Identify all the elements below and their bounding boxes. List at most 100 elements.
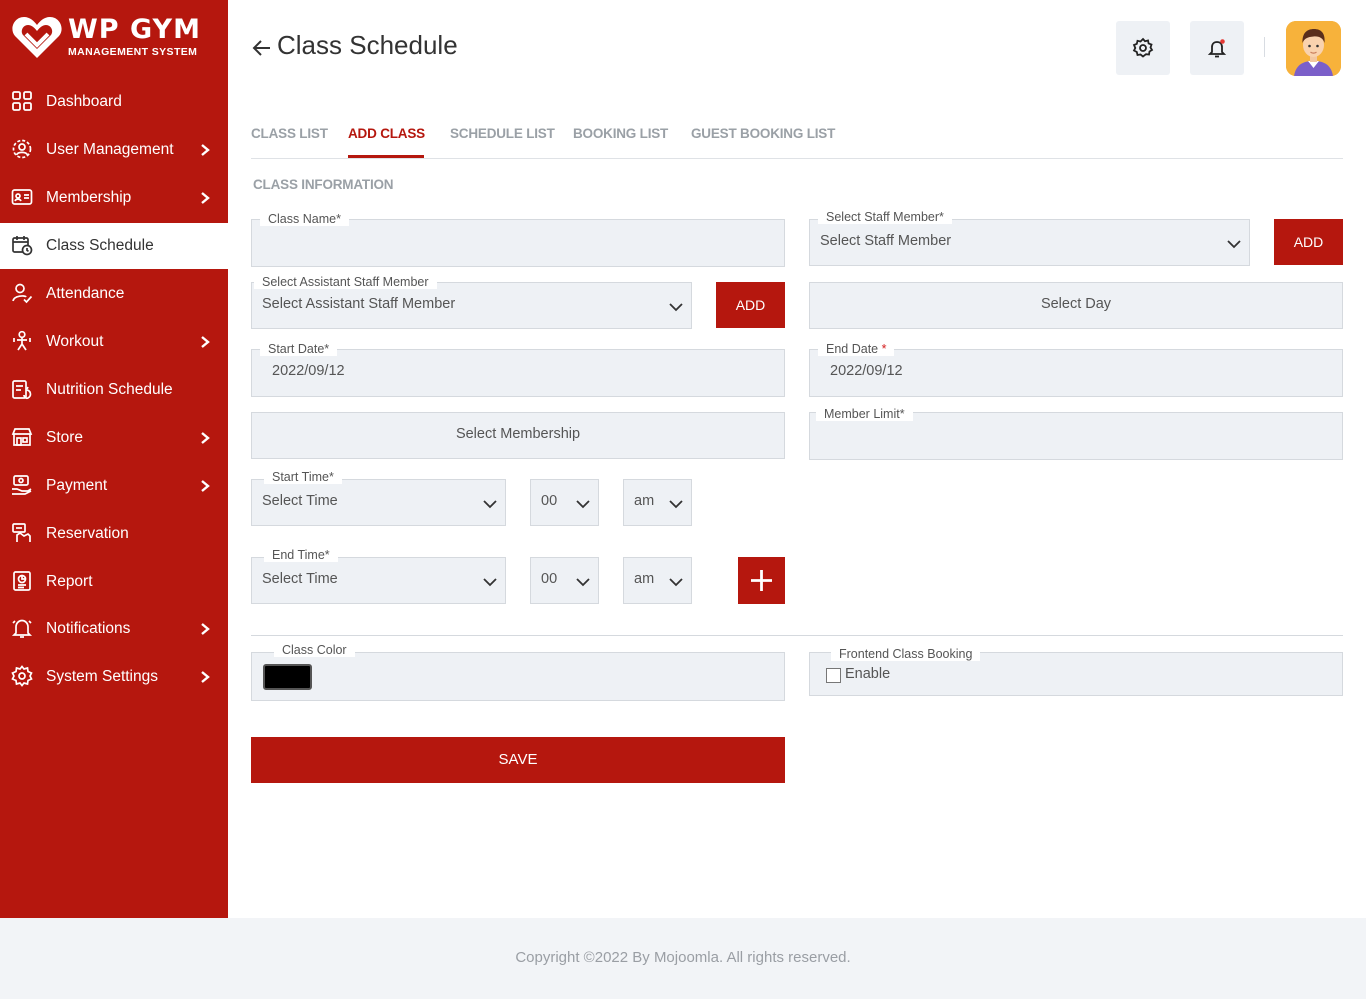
class-color-field: Class Color <box>251 643 785 701</box>
end-date-input[interactable]: End Date * 2022/09/12 <box>809 342 1343 397</box>
notifications-button[interactable] <box>1190 21 1244 75</box>
enable-checkbox[interactable] <box>826 668 841 683</box>
nutrition-icon <box>12 380 32 400</box>
plus-icon <box>751 570 772 591</box>
sidebar-item-attendance[interactable]: Attendance <box>0 271 228 317</box>
start-time-hour-select[interactable]: Start Time* Select Time <box>251 470 506 526</box>
sidebar-item-membership[interactable]: Membership <box>0 175 228 221</box>
chevron-down-icon <box>669 578 683 587</box>
member-limit-input[interactable]: Member Limit* <box>809 407 1343 460</box>
select-day-button[interactable]: Select Day <box>809 282 1343 329</box>
enable-checkbox-label[interactable]: Enable <box>845 666 890 682</box>
sidebar-item-store[interactable]: Store <box>0 415 228 461</box>
footer: Copyright ©2022 By Mojoomla. All rights … <box>0 918 1366 999</box>
select-membership-button[interactable]: Select Membership <box>251 412 785 459</box>
sidebar-item-notifications[interactable]: Notifications <box>0 606 228 652</box>
end-time-hour-select[interactable]: End Time* Select Time <box>251 548 506 604</box>
chevron-down-icon <box>1227 240 1241 249</box>
notifications-icon <box>11 619 33 638</box>
start-date-label: Start Date* <box>260 342 338 356</box>
sidebar-item-label: Report <box>46 573 93 590</box>
sidebar-item-nutrition-schedule[interactable]: Nutrition Schedule <box>0 367 228 413</box>
brand-logo[interactable]: WP GYM MANAGEMENT SYSTEM <box>12 14 222 64</box>
start-time-label: Start Time* <box>264 470 342 484</box>
tab-guest-booking-list[interactable]: GUEST BOOKING LIST <box>691 126 835 141</box>
chevron-right-icon <box>201 432 210 444</box>
end-date-label-text: End Date <box>826 342 879 356</box>
end-time-ampm-value: am <box>634 571 655 587</box>
sidebar-item-label: Class Schedule <box>46 237 154 254</box>
sidebar-item-label: Attendance <box>46 285 125 302</box>
add-time-slot-button[interactable] <box>738 557 785 604</box>
class-name-label: Class Name* <box>260 212 349 226</box>
header-divider <box>1264 37 1265 57</box>
chevron-down-icon <box>576 578 590 587</box>
sidebar-item-label: Workout <box>46 333 104 350</box>
sidebar-item-user-management[interactable]: User Management <box>0 127 228 173</box>
user-avatar-icon <box>1286 21 1341 76</box>
chevron-down-icon <box>576 500 590 509</box>
chevron-right-icon <box>201 192 210 204</box>
start-date-input[interactable]: Start Date* 2022/09/12 <box>251 342 785 397</box>
tabs-divider <box>251 158 1343 159</box>
save-button[interactable]: SAVE <box>251 737 785 783</box>
tab-booking-list[interactable]: BOOKING LIST <box>573 126 668 141</box>
chevron-right-icon <box>201 336 210 348</box>
sidebar-item-class-schedule[interactable]: Class Schedule <box>0 223 228 269</box>
frontend-booking-field: Frontend Class Booking Enable <box>809 647 1343 696</box>
sidebar-item-reservation[interactable]: Reservation <box>0 511 228 557</box>
workout-icon <box>13 330 31 351</box>
sidebar-item-dashboard[interactable]: Dashboard <box>0 79 228 125</box>
end-time-ampm-select[interactable]: am <box>623 557 692 604</box>
select-day-label: Select Day <box>1040 296 1112 312</box>
tab-schedule-list[interactable]: SCHEDULE LIST <box>450 126 555 141</box>
page-title: Class Schedule <box>277 30 458 60</box>
avatar[interactable] <box>1286 21 1341 76</box>
chevron-down-icon <box>483 578 497 587</box>
sidebar-item-label: Notifications <box>46 620 131 637</box>
footer-copyright: Copyright ©2022 By Mojoomla. All rights … <box>515 949 851 966</box>
start-time-ampm-select[interactable]: am <box>623 479 692 526</box>
store-icon <box>11 428 33 446</box>
membership-icon <box>11 189 33 205</box>
class-name-input[interactable]: Class Name* <box>251 212 785 267</box>
staff-member-select[interactable]: Select Staff Member* Select Staff Member <box>809 210 1250 266</box>
end-time-hour-value: Select Time <box>262 571 338 587</box>
sidebar-item-label: Membership <box>46 189 132 206</box>
sidebar-item-report[interactable]: Report <box>0 559 228 605</box>
start-time-minute-select[interactable]: 00 <box>530 479 599 526</box>
assistant-staff-select[interactable]: Select Assistant Staff Member Select Ass… <box>251 275 692 329</box>
sidebar-item-label: Payment <box>46 477 108 494</box>
sidebar-item-workout[interactable]: Workout <box>0 319 228 365</box>
sidebar-item-label: Store <box>46 429 84 446</box>
chevron-right-icon <box>201 623 210 635</box>
chevron-down-icon <box>669 500 683 509</box>
sidebar-item-label: Nutrition Schedule <box>46 381 173 398</box>
member-limit-label: Member Limit* <box>816 407 913 421</box>
tab-add-class[interactable]: ADD CLASS <box>348 126 425 141</box>
form-divider <box>251 635 1343 636</box>
class-color-picker[interactable] <box>263 664 312 690</box>
tab-class-list[interactable]: CLASS LIST <box>251 126 328 141</box>
back-arrow-icon[interactable] <box>252 38 272 58</box>
brand-name: WP GYM <box>68 14 201 45</box>
brand-text: WP GYM MANAGEMENT SYSTEM <box>68 14 201 58</box>
sidebar-item-system-settings[interactable]: System Settings <box>0 654 228 700</box>
start-time-ampm-value: am <box>634 493 655 509</box>
attendance-icon <box>12 283 33 304</box>
heart-logo-icon <box>12 17 62 58</box>
sidebar: WP GYM MANAGEMENT SYSTEM Dashboard User … <box>0 0 228 918</box>
chevron-right-icon <box>201 480 210 492</box>
sidebar-item-payment[interactable]: Payment <box>0 463 228 509</box>
add-assistant-staff-button[interactable]: ADD <box>716 282 785 328</box>
chevron-right-icon <box>201 144 210 156</box>
payment-icon <box>12 475 32 495</box>
gear-icon <box>1132 37 1154 58</box>
sidebar-item-label: Dashboard <box>46 93 122 110</box>
chevron-down-icon <box>483 500 497 509</box>
report-icon <box>13 571 31 591</box>
end-date-value: 2022/09/12 <box>830 363 903 379</box>
end-time-minute-select[interactable]: 00 <box>530 557 599 604</box>
add-staff-button[interactable]: ADD <box>1274 219 1343 265</box>
settings-button[interactable] <box>1116 21 1170 75</box>
